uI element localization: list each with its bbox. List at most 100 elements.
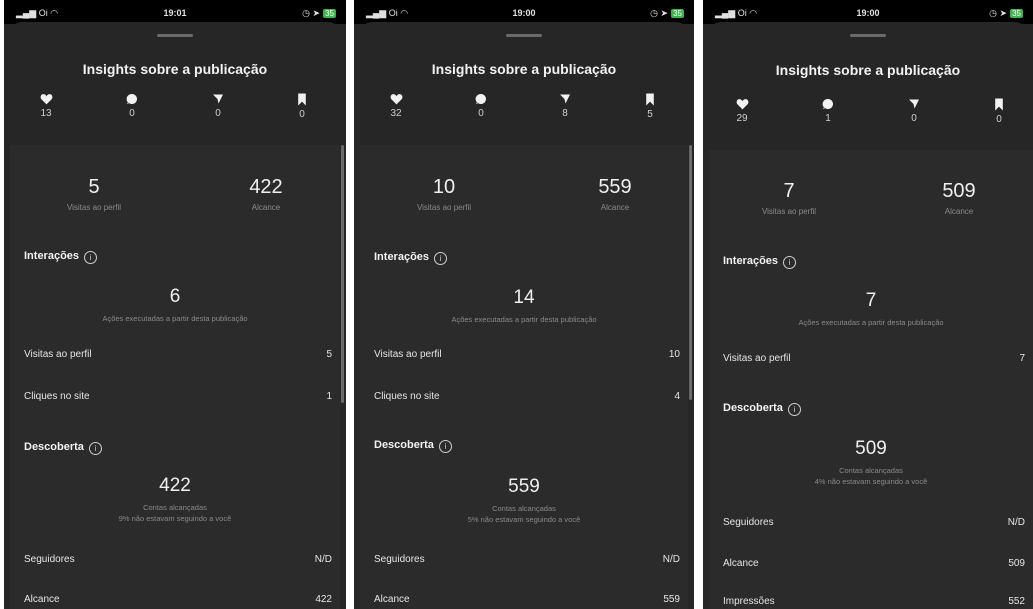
list-item: Seguidores N/D	[374, 554, 680, 565]
reach-label: Alcance	[944, 207, 974, 216]
metric-comments: 0	[112, 93, 152, 119]
metric-likes: 32	[376, 93, 416, 119]
share-icon	[909, 99, 919, 109]
bookmark-icon	[995, 98, 1003, 111]
saves-count: 5	[647, 109, 653, 120]
interactions-heading: Interações i	[374, 251, 448, 265]
interactions-value: 14	[513, 287, 535, 308]
interactions-subtitle: Ações executadas a partir desta publicaç…	[798, 318, 944, 327]
likes-count: 32	[390, 108, 402, 119]
page-title: Insights sobre a publicação	[775, 62, 961, 78]
interactions-value: 7	[865, 290, 877, 311]
reach-value: 422	[249, 176, 283, 198]
list-item: Seguidores N/D	[24, 554, 332, 565]
insights-panel: 10 Visitas ao perfil 559 Alcance Interaç…	[360, 145, 688, 609]
reach-label: Alcance	[600, 203, 630, 212]
profile-visits-stat: 10 Visitas ao perfil	[364, 176, 524, 212]
bookmark-icon	[298, 93, 306, 106]
metric-saves: 5	[630, 93, 670, 120]
profile-visits-value: 5	[88, 176, 100, 198]
metric-likes: 13	[26, 93, 66, 119]
reach-value: 509	[942, 180, 976, 202]
scrollbar[interactable]	[341, 145, 344, 403]
status-bar: ▂▄▆ Oi ◠ 19:01 ◷ ➤ 35	[4, 0, 346, 24]
heart-icon	[390, 94, 402, 105]
info-icon[interactable]: i	[84, 251, 98, 264]
discovery-heading: Descoberta i	[374, 439, 452, 453]
metric-saves: 0	[979, 98, 1019, 125]
bookmark-icon	[646, 93, 654, 106]
list-item: Cliques no site 1	[24, 391, 332, 402]
insights-panel: 7 Visitas ao perfil 509 Alcance Interaçõ…	[709, 150, 1033, 609]
reach-value: 559	[598, 176, 632, 198]
sheet-drag-handle[interactable]	[157, 34, 193, 37]
post-metrics-row: 29 1 0 0	[703, 98, 1033, 138]
shares-count: 8	[562, 108, 568, 119]
location-icon: ➤	[660, 8, 669, 18]
heart-icon	[40, 94, 52, 105]
discovery-summary: 422 Contas alcançadas 9% não estavam segu…	[10, 475, 340, 524]
interactions-subtitle: Ações executadas a partir desta publicaç…	[451, 315, 597, 324]
reach-stat: 422 Alcance	[186, 176, 346, 212]
metric-shares: 0	[894, 98, 934, 124]
likes-count: 13	[40, 108, 52, 119]
metric-comments: 1	[808, 98, 848, 124]
discovery-subtitle: Contas alcançadas	[839, 466, 903, 475]
info-icon[interactable]: i	[434, 252, 448, 265]
profile-visits-stat: 7 Visitas ao perfil	[709, 180, 869, 216]
sheet-drag-handle[interactable]	[506, 34, 542, 37]
location-icon: ➤	[999, 8, 1008, 18]
interactions-heading: Interações i	[24, 250, 98, 264]
saves-count: 0	[996, 114, 1002, 125]
discovery-subtitle: Contas alcançadas	[492, 504, 556, 513]
sheet-drag-handle[interactable]	[850, 34, 886, 37]
comments-count: 0	[129, 108, 135, 119]
discovery-value: 422	[159, 475, 191, 496]
reach-label: Alcance	[251, 203, 281, 212]
list-item: Visitas ao perfil 10	[374, 349, 680, 360]
post-metrics-row: 32 0 8 5	[354, 93, 694, 133]
status-time: 19:00	[856, 8, 880, 18]
discovery-heading: Descoberta i	[24, 441, 102, 455]
list-item: Alcance 509	[723, 558, 1025, 569]
insights-panel: 5 Visitas ao perfil 422 Alcance Interaçõ…	[10, 145, 340, 609]
status-bar: ▂▄▆ Oi ◠ 19:00 ◷ ➤ 35	[354, 0, 694, 24]
profile-visits-label: Visitas ao perfil	[66, 203, 122, 212]
discovery-note: 4% não estavam seguindo a você	[814, 477, 928, 486]
discovery-subtitle: Contas alcançadas	[143, 503, 207, 512]
interactions-summary: 14 Ações executadas a partir desta publi…	[360, 287, 688, 325]
list-item: Visitas ao perfil 5	[24, 349, 332, 360]
discovery-note: 5% não estavam seguindo a você	[467, 515, 581, 524]
info-icon[interactable]: i	[783, 256, 797, 269]
interactions-value: 6	[169, 286, 181, 307]
comments-count: 0	[478, 108, 484, 119]
reach-stat: 509 Alcance	[879, 180, 1033, 216]
profile-visits-label: Visitas ao perfil	[416, 203, 472, 212]
profile-visits-stat: 5 Visitas ao perfil	[14, 176, 174, 212]
list-item: Alcance 422	[24, 594, 332, 605]
phone-screen-2: ▂▄▆ Oi ◠ 19:00 ◷ ➤ 35 Insights sobre a pu…	[354, 0, 694, 609]
phone-screen-1: ▂▄▆ Oi ◠ 19:01 ◷ ➤ 35 Insights sobre a pu…	[4, 0, 346, 609]
discovery-heading: Descoberta i	[723, 402, 801, 416]
share-icon	[213, 94, 223, 104]
status-time: 19:01	[163, 8, 187, 18]
info-icon[interactable]: i	[88, 442, 102, 455]
location-icon: ➤	[312, 8, 321, 18]
list-item: Seguidores N/D	[723, 517, 1025, 528]
info-icon[interactable]: i	[438, 440, 452, 453]
comment-icon	[126, 93, 137, 104]
profile-visits-value: 7	[783, 180, 795, 202]
metric-shares: 8	[545, 93, 585, 119]
scrollbar[interactable]	[689, 145, 692, 400]
comments-count: 1	[825, 113, 831, 124]
phone-screen-3: ▂▄▆ Oi ◠ 19:00 ◷ ➤ 35 Insights sobre a pu…	[703, 0, 1033, 609]
info-icon[interactable]: i	[787, 403, 801, 416]
list-item: Alcance 559	[374, 594, 680, 605]
list-item: Impressões 552	[723, 596, 1025, 607]
battery-icon: 35	[1010, 9, 1023, 18]
interactions-subtitle: Ações executadas a partir desta publicaç…	[102, 314, 248, 323]
metric-likes: 29	[722, 98, 762, 124]
comment-icon	[475, 93, 486, 104]
alarm-icon: ◷	[650, 8, 659, 18]
interactions-summary: 7 Ações executadas a partir desta public…	[709, 290, 1033, 328]
